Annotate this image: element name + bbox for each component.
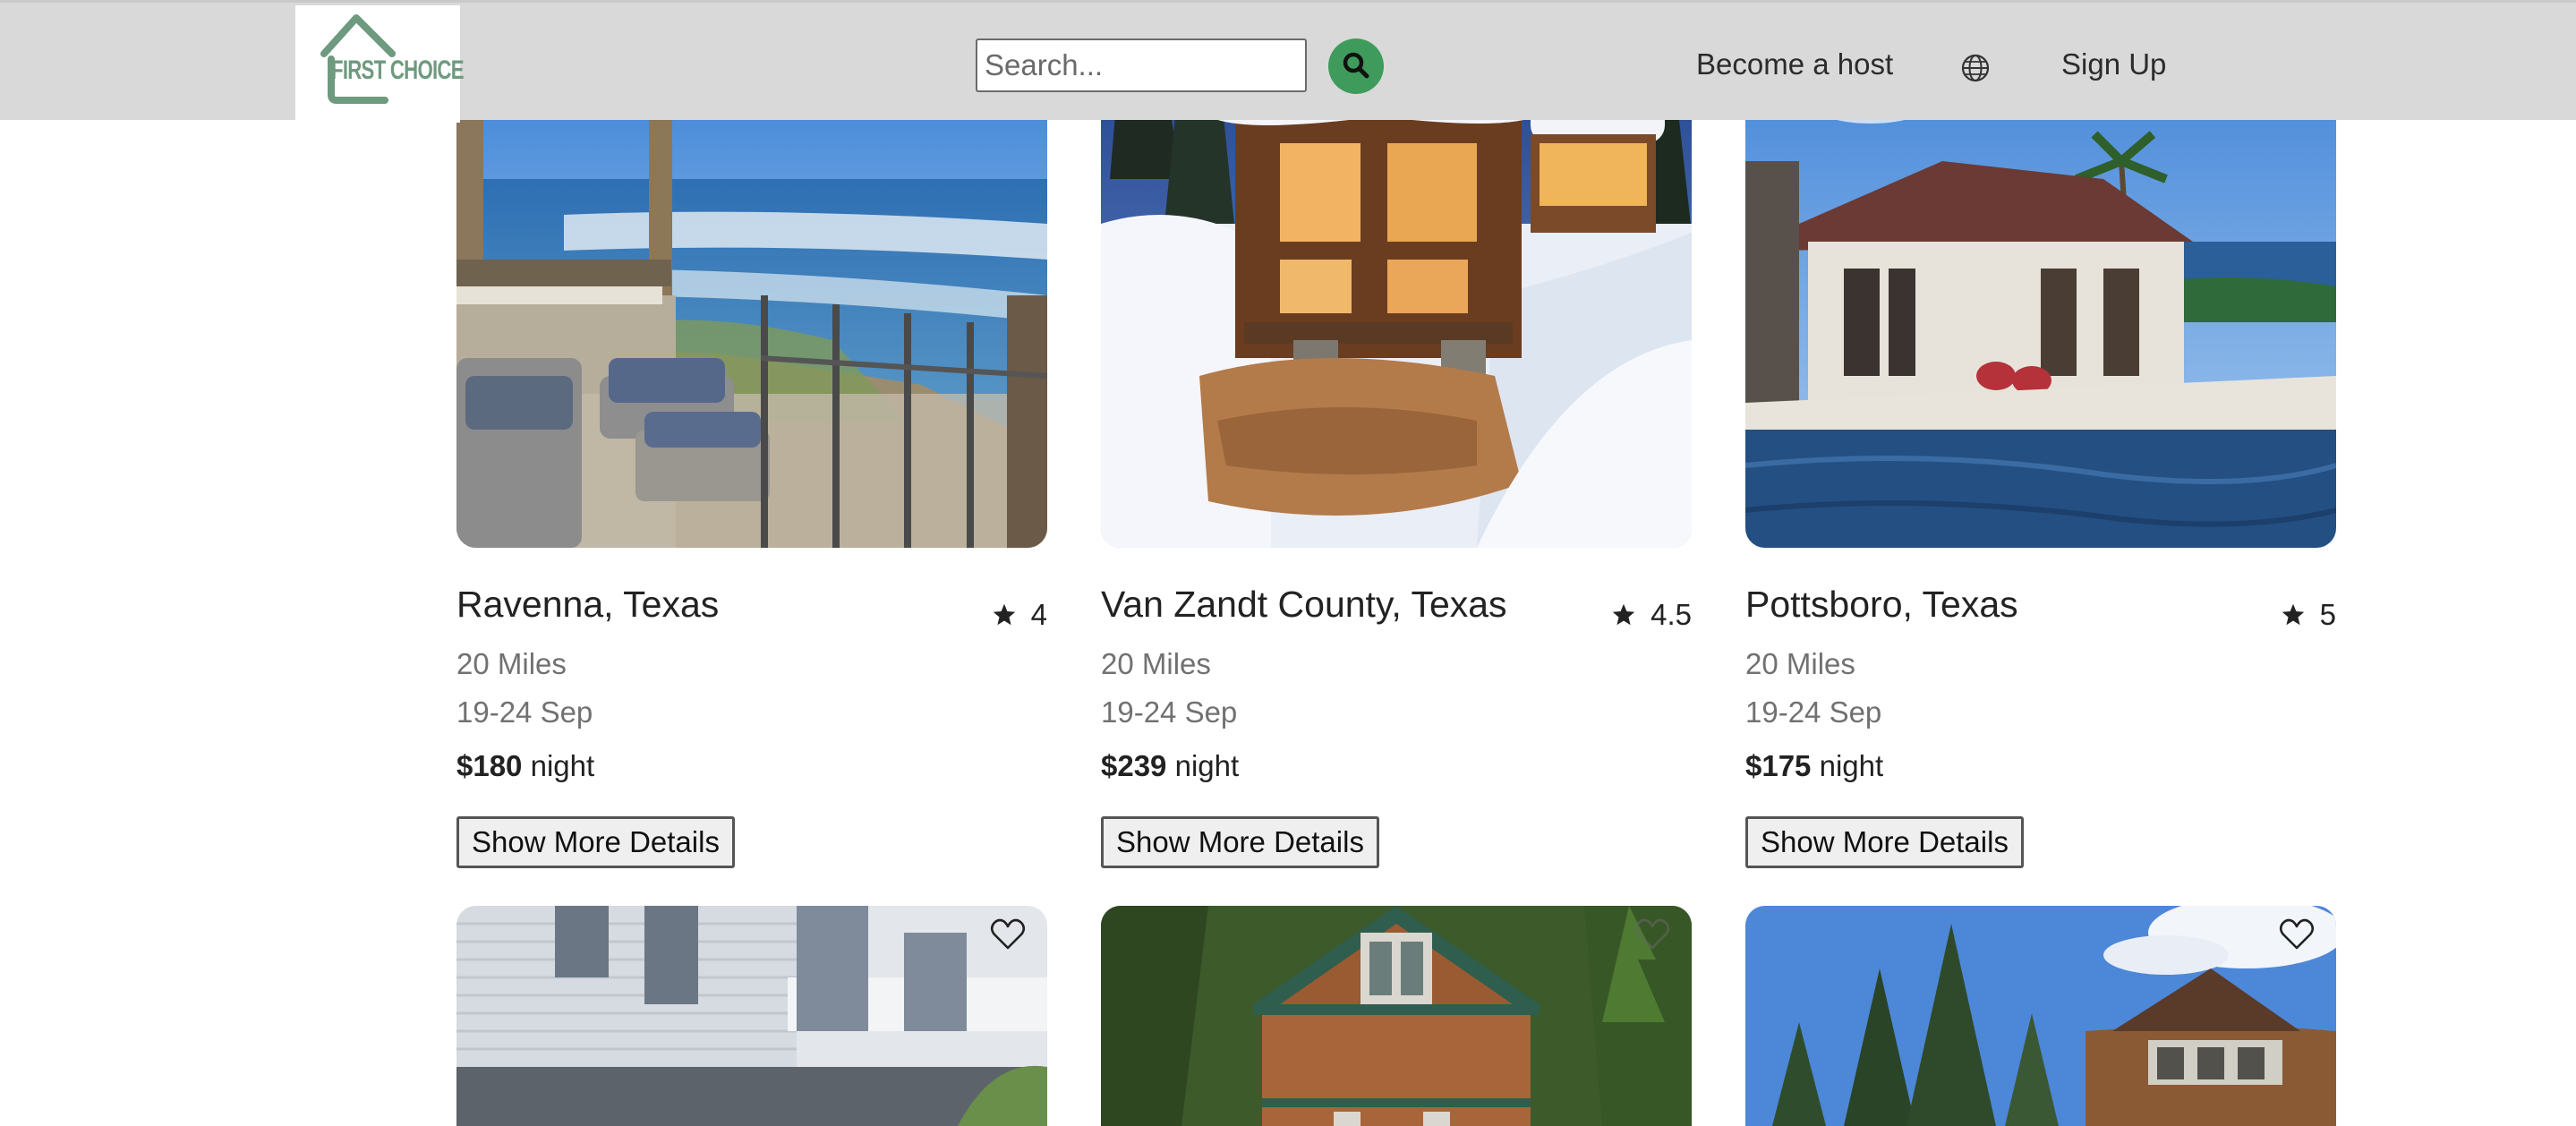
- rating-value: 5: [2319, 598, 2336, 631]
- listing-dates: 19-24 Sep: [1101, 695, 1238, 729]
- listing-distance: 20 Miles: [1101, 647, 1211, 680]
- listing-distance: 20 Miles: [456, 647, 567, 680]
- become-host-link[interactable]: Become a host: [1696, 46, 1893, 83]
- star-icon: [1612, 603, 1635, 626]
- rating-value: 4: [1030, 598, 1047, 631]
- listing-price: $239 night: [1101, 748, 1239, 784]
- listing-image[interactable]: [1745, 906, 2336, 1126]
- show-more-details-button[interactable]: Show More Details: [456, 816, 735, 868]
- price-amount: $239: [1101, 749, 1167, 782]
- listing-image[interactable]: [456, 906, 1047, 1126]
- listing-rating: 4.5: [1611, 596, 1692, 634]
- search-button[interactable]: [1328, 38, 1384, 94]
- listing-price: $180 night: [456, 748, 594, 784]
- star-icon: [993, 603, 1015, 626]
- globe-icon[interactable]: [1960, 53, 1991, 83]
- listing-rating: 4: [992, 596, 1047, 634]
- listing-distance: 20 Miles: [1745, 647, 1855, 680]
- show-more-details-button[interactable]: Show More Details: [1745, 816, 2024, 868]
- price-unit: night: [530, 749, 595, 782]
- heart-icon[interactable]: [1634, 918, 1670, 951]
- logo-text: FIRST CHOICE: [331, 55, 464, 85]
- page: Ravenna, Texas 4 20 Miles 19-24 Sep $180…: [0, 0, 2576, 1126]
- top-navbar: FIRST CHOICE Become a host Sign Up: [0, 0, 2576, 123]
- star-icon: [2282, 603, 2304, 626]
- listing-title: Ravenna, Texas: [456, 584, 720, 625]
- logo[interactable]: FIRST CHOICE: [295, 5, 464, 123]
- listing-title: Pottsboro, Texas: [1745, 584, 2018, 625]
- listing-dates: 19-24 Sep: [456, 695, 593, 729]
- price-amount: $180: [456, 749, 523, 782]
- rating-value: 4.5: [1651, 598, 1692, 631]
- listing-title: Van Zandt County, Texas: [1101, 584, 1507, 625]
- heart-icon[interactable]: [990, 918, 1026, 951]
- price-amount: $175: [1745, 749, 1812, 782]
- listing-image[interactable]: [1101, 906, 1692, 1126]
- search-input[interactable]: [976, 38, 1307, 92]
- price-unit: night: [1174, 749, 1240, 782]
- sign-up-link[interactable]: Sign Up: [2061, 46, 2166, 83]
- price-unit: night: [1819, 749, 1884, 782]
- show-more-details-button[interactable]: Show More Details: [1101, 816, 1379, 868]
- heart-icon[interactable]: [2279, 918, 2315, 951]
- listing-dates: 19-24 Sep: [1745, 695, 1882, 729]
- listing-rating: 5: [2281, 596, 2336, 634]
- search-icon: [1343, 52, 1369, 79]
- listing-price: $175 night: [1745, 748, 1883, 784]
